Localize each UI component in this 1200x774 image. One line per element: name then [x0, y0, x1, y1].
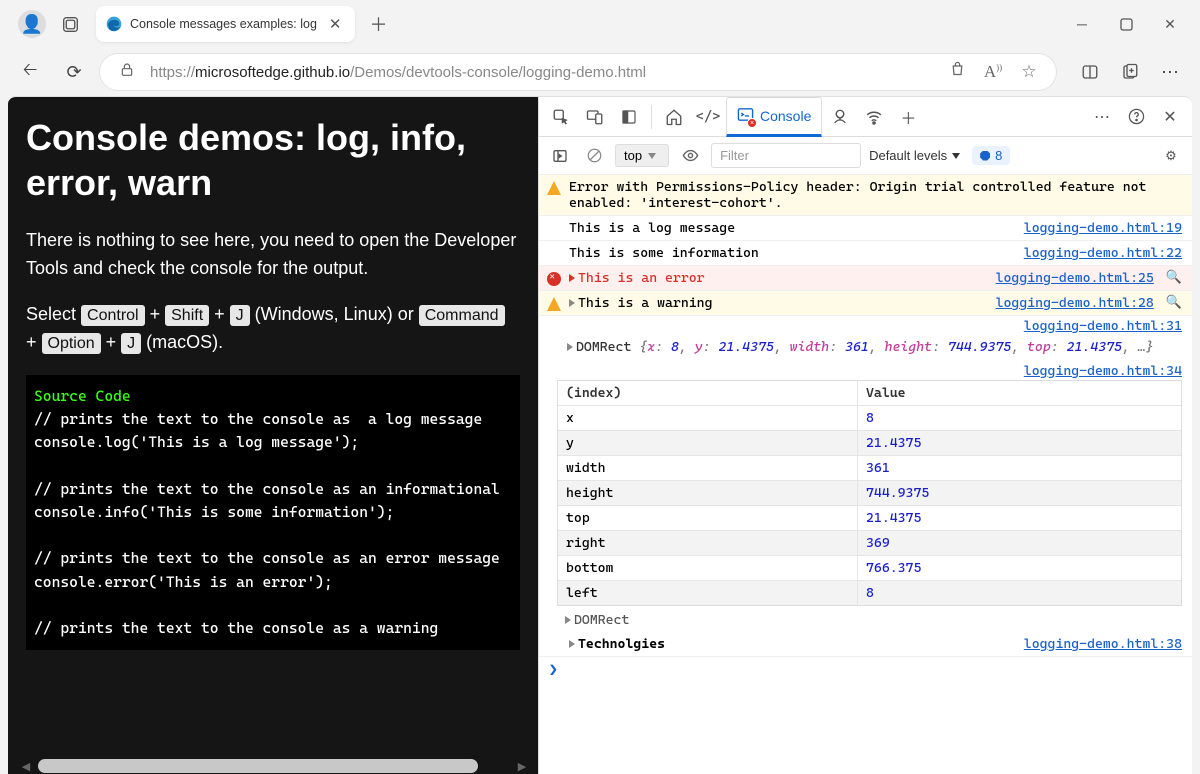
- table-row: x8: [558, 405, 1181, 430]
- browser-tab[interactable]: Console messages examples: log ✕: [96, 6, 355, 42]
- more-menu-icon[interactable]: ⋯: [1152, 54, 1188, 90]
- table-row: right369: [558, 530, 1181, 555]
- page-intro: There is nothing to see here, you need t…: [26, 227, 520, 283]
- favorite-icon[interactable]: ☆: [1016, 62, 1042, 82]
- url-text: https://microsoftedge.github.io/Demos/de…: [150, 64, 934, 81]
- console-log-row[interactable]: This is a log message logging-demo.html:…: [539, 216, 1192, 241]
- table-row: height744.9375: [558, 480, 1181, 505]
- tab-title: Console messages examples: log: [130, 17, 317, 31]
- warning-icon: [547, 297, 561, 311]
- scroll-right-icon[interactable]: ▶: [514, 758, 530, 774]
- device-toggle-icon[interactable]: [579, 101, 611, 133]
- magnify-icon[interactable]: 🔍: [1166, 270, 1182, 285]
- sources-tab-icon[interactable]: [824, 101, 856, 133]
- address-bar[interactable]: https://microsoftedge.github.io/Demos/de…: [100, 54, 1056, 90]
- domrect-output[interactable]: DOMRect {x: 8, y: 21.4375, width: 361, h…: [539, 335, 1192, 361]
- new-tab-button[interactable]: ＋: [361, 7, 395, 41]
- source-link[interactable]: logging-demo.html:28: [996, 295, 1154, 311]
- table-row: y21.4375: [558, 430, 1181, 455]
- table-row: bottom766.375: [558, 555, 1181, 580]
- table-footer[interactable]: DOMRect: [539, 610, 1192, 632]
- console-settings-icon[interactable]: ⚙: [1158, 143, 1184, 169]
- live-expression-icon[interactable]: [677, 143, 703, 169]
- browser-toolbar: 🡠 ⟳ https://microsoftedge.github.io/Demo…: [0, 48, 1200, 96]
- console-warning-row[interactable]: Error with Permissions-Policy header: Or…: [539, 175, 1192, 216]
- source-link[interactable]: logging-demo.html:34: [1024, 363, 1182, 379]
- page-shortcuts: Select Control + Shift + J (Windows, Lin…: [26, 301, 520, 357]
- console-icon: ×: [737, 106, 754, 126]
- collections-icon[interactable]: [1112, 54, 1148, 90]
- code-block: Source Code // prints the text to the co…: [26, 375, 520, 651]
- refresh-button[interactable]: ⟳: [56, 54, 92, 90]
- back-button[interactable]: 🡠: [12, 54, 48, 90]
- filter-input[interactable]: Filter: [711, 143, 861, 168]
- context-selector[interactable]: top: [615, 144, 669, 167]
- table-row: left8: [558, 580, 1181, 605]
- window-titlebar: 👤 Console messages examples: log ✕ ＋ ─ ✕: [0, 0, 1200, 48]
- inspect-element-icon[interactable]: [545, 101, 577, 133]
- source-link[interactable]: logging-demo.html:19: [1024, 220, 1182, 236]
- console-table: (index)Value x8 y21.4375 width361 height…: [557, 380, 1182, 606]
- log-levels-selector[interactable]: Default levels: [869, 148, 964, 163]
- profile-avatar[interactable]: 👤: [18, 10, 46, 38]
- source-link[interactable]: logging-demo.html:22: [1024, 245, 1182, 261]
- devtools-more-icon[interactable]: ⋯: [1086, 101, 1118, 133]
- close-tab-icon[interactable]: ✕: [325, 15, 346, 33]
- close-window-button[interactable]: ✕: [1148, 8, 1192, 40]
- devtools-tabbar: </> × Console ＋ ⋯ ✕: [539, 97, 1192, 137]
- table-row: top21.4375: [558, 505, 1181, 530]
- dock-side-icon[interactable]: [613, 101, 645, 133]
- site-info-icon[interactable]: [114, 62, 140, 83]
- console-prompt[interactable]: ❯: [539, 657, 1192, 683]
- read-aloud-icon[interactable]: A)): [980, 62, 1006, 82]
- console-info-row[interactable]: This is some information logging-demo.ht…: [539, 241, 1192, 266]
- devtools-close-icon[interactable]: ✕: [1154, 101, 1186, 133]
- issues-badge[interactable]: 8: [972, 146, 1010, 165]
- magnify-icon[interactable]: 🔍: [1166, 295, 1182, 310]
- maximize-button[interactable]: [1104, 8, 1148, 40]
- console-log-row[interactable]: Technolgies logging-demo.html:38: [539, 632, 1192, 657]
- devtools-panel: </> × Console ＋ ⋯ ✕ top Filter Default l…: [538, 97, 1192, 774]
- warning-icon: [547, 181, 561, 195]
- console-filterbar: top Filter Default levels 8 ⚙: [539, 137, 1192, 175]
- help-icon[interactable]: [1120, 101, 1152, 133]
- clear-console-icon[interactable]: [581, 143, 607, 169]
- edge-favicon-icon: [106, 16, 122, 32]
- console-sidebar-icon[interactable]: [547, 143, 573, 169]
- network-tab-icon[interactable]: [858, 101, 890, 133]
- minimize-button[interactable]: ─: [1060, 8, 1104, 40]
- console-messages: Error with Permissions-Policy header: Or…: [539, 175, 1192, 774]
- add-tab-icon[interactable]: ＋: [892, 101, 924, 133]
- console-error-row[interactable]: This is an error logging-demo.html:25🔍: [539, 266, 1192, 291]
- source-link[interactable]: logging-demo.html:38: [1024, 636, 1182, 652]
- workspaces-icon[interactable]: [56, 10, 84, 38]
- scrollbar-thumb[interactable]: [38, 759, 478, 773]
- source-link[interactable]: logging-demo.html:31: [1024, 318, 1182, 334]
- error-icon: [547, 272, 561, 286]
- table-row: width361: [558, 455, 1181, 480]
- page-heading: Console demos: log, info, error, warn: [26, 115, 520, 205]
- elements-tab-icon[interactable]: </>: [692, 101, 724, 133]
- scroll-left-icon[interactable]: ◀: [18, 758, 34, 774]
- split-screen-icon[interactable]: [1072, 54, 1108, 90]
- shopping-icon[interactable]: [944, 61, 970, 83]
- page-viewport: Console demos: log, info, error, warn Th…: [8, 97, 538, 774]
- horizontal-scrollbar[interactable]: ◀ ▶: [20, 758, 514, 774]
- source-link[interactable]: logging-demo.html:25: [996, 270, 1154, 286]
- welcome-tab-icon[interactable]: [658, 101, 690, 133]
- console-tab[interactable]: × Console: [726, 97, 822, 137]
- console-warning-row[interactable]: This is a warning logging-demo.html:28🔍: [539, 291, 1192, 316]
